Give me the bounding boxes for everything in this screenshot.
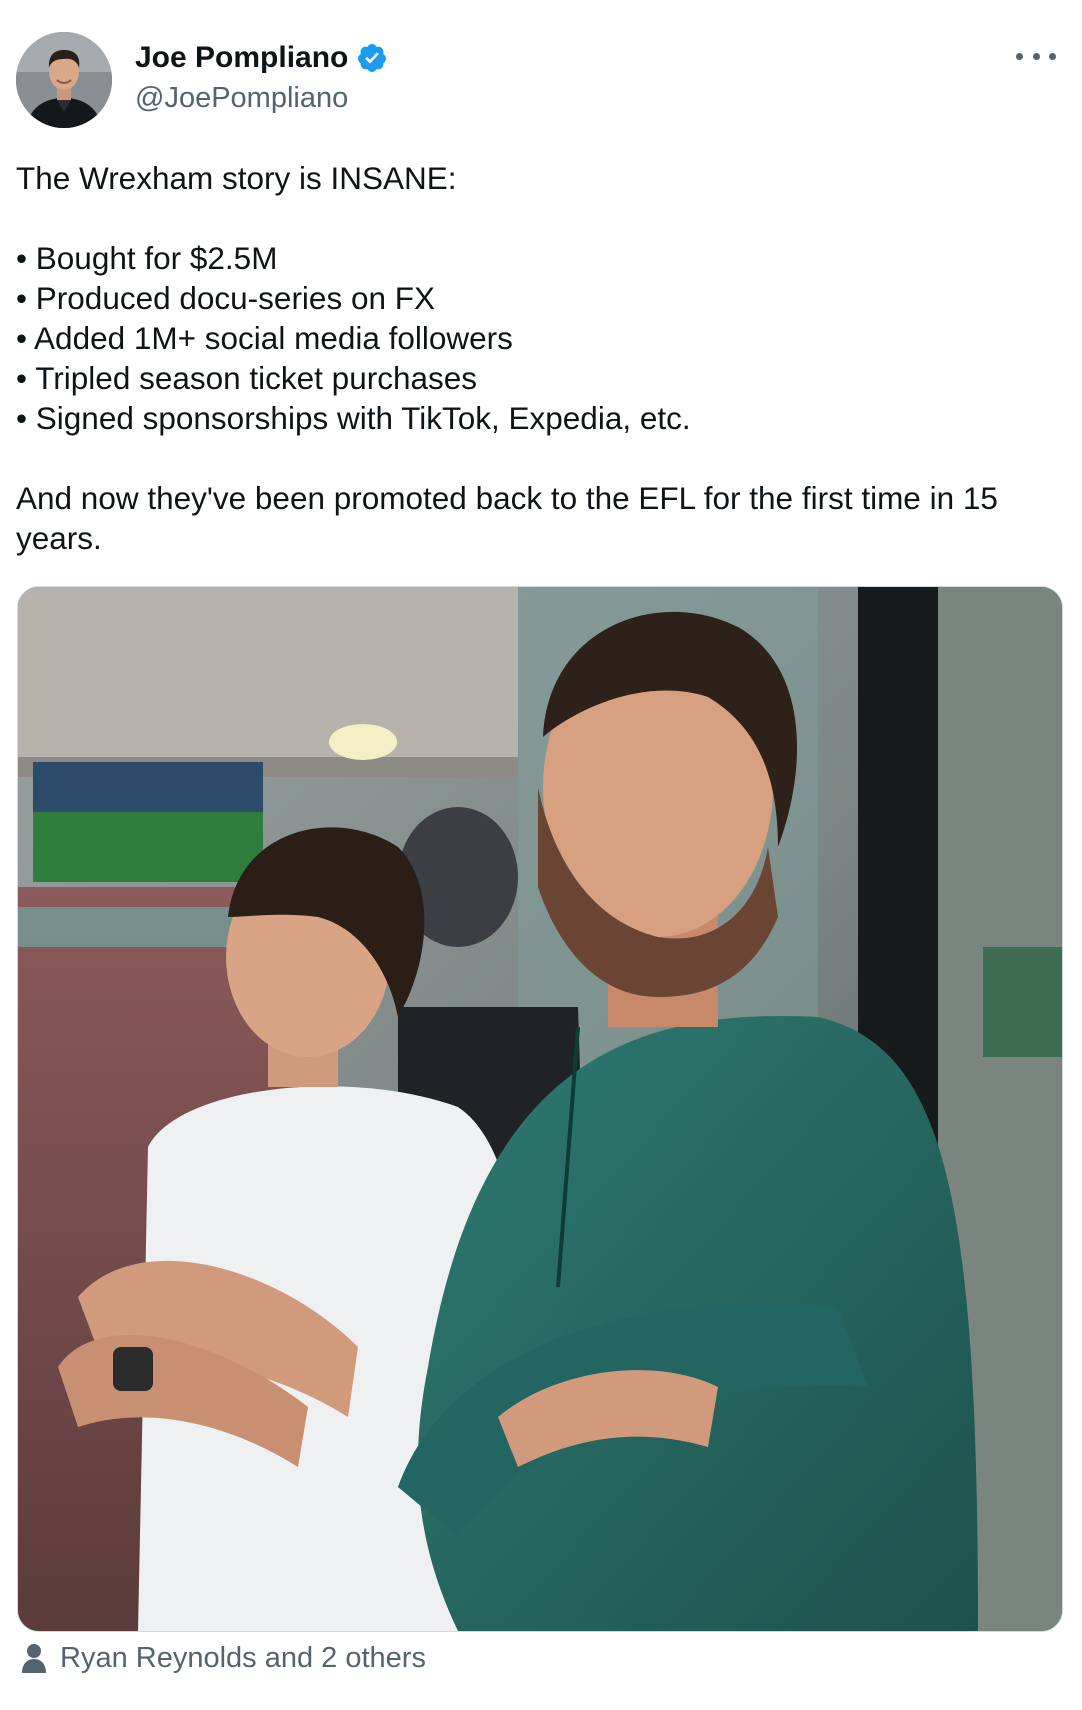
list-item: Produced docu-series on FX	[16, 278, 1056, 318]
tweet-photo[interactable]	[17, 586, 1063, 1632]
more-horizontal-icon[interactable]	[1016, 44, 1056, 68]
list-item: Added 1M+ social media followers	[16, 318, 1056, 358]
tweet-closing: And now they've been promoted back to th…	[16, 480, 998, 556]
list-item: Bought for $2.5M	[16, 238, 1056, 278]
tweet-card: Joe Pompliano @JoePompliano The Wrexham …	[0, 0, 1082, 1710]
avatar-image	[16, 32, 112, 128]
verified-badge-icon	[356, 42, 388, 74]
author-handle[interactable]: @JoePompliano	[135, 80, 348, 116]
tweet-intro: The Wrexham story is INSANE:	[16, 160, 457, 196]
tagged-label: Ryan Reynolds and 2 others	[60, 1642, 426, 1674]
author-display-name: Joe Pompliano	[135, 41, 349, 74]
tweet-text: The Wrexham story is INSANE: Bought for …	[16, 158, 1056, 558]
person-icon	[20, 1643, 48, 1673]
tweet-bullet-list: Bought for $2.5M Produced docu-series on…	[16, 238, 1056, 438]
list-item: Signed sponsorships with TikTok, Expedia…	[16, 398, 1056, 438]
list-item: Tripled season ticket purchases	[16, 358, 1056, 398]
author-avatar[interactable]	[16, 32, 112, 128]
tagged-people-link[interactable]: Ryan Reynolds and 2 others	[20, 1640, 426, 1676]
photo-image	[18, 587, 1062, 1631]
author-name[interactable]: Joe Pompliano	[135, 40, 388, 76]
